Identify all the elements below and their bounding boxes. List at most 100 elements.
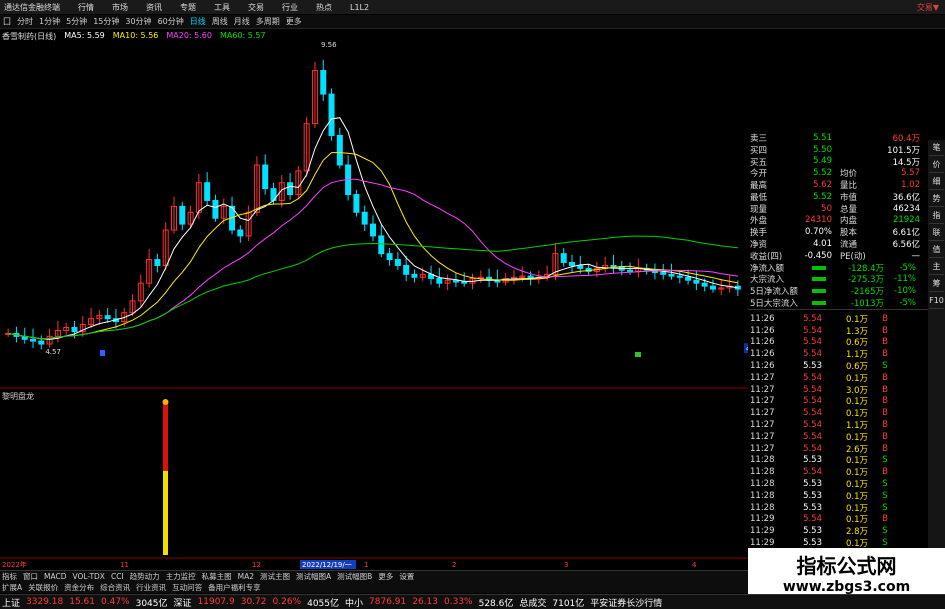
- side-tab[interactable]: 细: [929, 174, 944, 190]
- tick-time: 11:28: [750, 467, 775, 478]
- indicator-tab[interactable]: 更多: [378, 571, 393, 582]
- period-monthly[interactable]: 月线: [234, 16, 250, 27]
- indicator-tab[interactable]: 私募主图: [202, 571, 232, 582]
- tick-side: B: [882, 337, 888, 348]
- period-15min[interactable]: 15分钟: [93, 16, 119, 27]
- quote-row: 净资 4.01 流通 6.56亿: [748, 238, 928, 250]
- extension-tabs: 扩展A 关联报价 资金分布 综合资讯 行业资讯 互动问答 备用户福利专享: [0, 582, 748, 593]
- quote-label: 换手: [750, 228, 768, 239]
- tick-volume: 1.3万: [845, 326, 868, 337]
- xaxis-tick: 2: [452, 561, 456, 569]
- flow-label: 5日大宗流入: [750, 299, 798, 310]
- tick-time: 11:28: [750, 455, 775, 466]
- tick-time: 11:27: [750, 420, 775, 431]
- tick-time: 11:28: [750, 490, 775, 501]
- candle-body: [287, 182, 294, 196]
- extension-tab[interactable]: 综合资讯: [100, 582, 130, 593]
- index-zx-pct: 0.33%: [444, 597, 473, 607]
- period-60min[interactable]: 60分钟: [158, 16, 184, 27]
- menu-shichang[interactable]: 市场: [112, 2, 128, 13]
- indicator-tab[interactable]: CCI: [111, 572, 124, 581]
- indicator-tab[interactable]: 测试幅图B: [337, 571, 372, 582]
- index-zx-name[interactable]: 中小: [345, 596, 363, 609]
- period-1min[interactable]: 1分钟: [39, 16, 60, 27]
- indicator-tab[interactable]: 设置: [399, 571, 414, 582]
- tick-side: S: [882, 361, 888, 372]
- tick-price: 5.54: [803, 384, 822, 395]
- side-tab[interactable]: 筹: [929, 276, 944, 292]
- candle-body: [320, 69, 327, 95]
- period-fenshi[interactable]: 分时: [17, 16, 33, 27]
- extension-tab[interactable]: 互动问答: [172, 582, 202, 593]
- tick-time: 11:26: [750, 349, 775, 360]
- extension-tab[interactable]: 备用户福利专享: [208, 582, 261, 593]
- index-zx-chg: 26.13: [412, 597, 438, 607]
- tick-price: 5.53: [803, 490, 822, 501]
- quote-row: 买五 5.49 14.5万: [748, 156, 928, 167]
- side-tab[interactable]: 笔: [929, 140, 944, 156]
- tick-row: 11:27 5.54 0.1万 B: [748, 431, 928, 443]
- side-tab[interactable]: 势: [929, 191, 944, 207]
- index-sz-name[interactable]: 深证: [174, 596, 192, 609]
- index-sz-amt: 4055亿: [307, 598, 339, 609]
- menu-hangye[interactable]: 行业: [282, 2, 298, 13]
- indicator-tab[interactable]: 趋势动力: [130, 571, 160, 582]
- menu-jiaoyi[interactable]: 交易: [248, 2, 264, 13]
- index-sh-name[interactable]: 上证: [2, 596, 20, 609]
- indicator-tab[interactable]: 指标: [2, 571, 17, 582]
- extension-tab[interactable]: 扩展A: [2, 582, 22, 593]
- trade-button[interactable]: 交易▼: [917, 2, 939, 13]
- menu-l1l2[interactable]: L1L2: [350, 3, 369, 12]
- quote-label-2: 量比: [840, 181, 858, 192]
- menu-zixun[interactable]: 资讯: [146, 2, 162, 13]
- quote-label: 最低: [750, 192, 768, 203]
- menu-hangqing[interactable]: 行情: [78, 2, 94, 13]
- tick-volume: 0.1万: [845, 503, 868, 514]
- quote-row: 买四 5.50 101.5万: [748, 144, 928, 156]
- watermark-url: www.zbgs3.com: [782, 579, 911, 595]
- extension-tab[interactable]: 资金分布: [64, 582, 94, 593]
- indicator-tab[interactable]: MA2: [238, 572, 254, 581]
- app-title: 通达信金融终端: [4, 2, 60, 12]
- side-tab[interactable]: 主: [929, 259, 944, 275]
- tick-volume: 0.1万: [845, 515, 868, 526]
- quote-label: 卖三: [750, 133, 768, 144]
- quote-value-2: 101.5万: [887, 145, 920, 156]
- flow-pct: -5%: [899, 298, 916, 309]
- period-more[interactable]: 更多: [286, 16, 302, 27]
- side-tab[interactable]: 指: [929, 208, 944, 224]
- kline-chart[interactable]: 9.564.577.507.006.506.005.505.004.501.00…: [0, 30, 748, 570]
- tick-volume: 2.6万: [845, 444, 868, 455]
- period-30min[interactable]: 30分钟: [125, 16, 151, 27]
- period-weekly[interactable]: 周线: [212, 16, 228, 27]
- quote-value-2: 6.61亿: [892, 228, 920, 239]
- side-tab[interactable]: 联: [929, 225, 944, 241]
- side-tab[interactable]: F10: [929, 293, 944, 309]
- menu-zhuanti[interactable]: 专题: [180, 2, 196, 13]
- side-tab[interactable]: 价: [929, 157, 944, 173]
- menu-redian[interactable]: 热点: [316, 2, 332, 13]
- period-multi[interactable]: 多周期: [256, 16, 280, 27]
- menu-gongju[interactable]: 工具: [214, 2, 230, 13]
- indicator-tab[interactable]: 主力监控: [166, 571, 196, 582]
- flow-row: 净流入额 -128.4万 -5%: [748, 262, 928, 274]
- indicator-tab[interactable]: 测试幅图A: [296, 571, 331, 582]
- extension-tab[interactable]: 关联报价: [28, 582, 58, 593]
- tick-volume: 0.6万: [845, 362, 868, 373]
- period-daily[interactable]: 日线: [190, 16, 206, 27]
- layout-icon[interactable]: 囗: [3, 16, 11, 27]
- indicator-tab[interactable]: 测试主图: [260, 571, 290, 582]
- indicator-tab[interactable]: 窗口: [23, 571, 38, 582]
- period-5min[interactable]: 5分钟: [66, 16, 87, 27]
- tick-volume: 1.1万: [845, 421, 868, 432]
- tick-row: 11:29 5.54 0.1万 B: [748, 514, 928, 526]
- extension-tab[interactable]: 行业资讯: [136, 582, 166, 593]
- indicator-tab[interactable]: VOL-TDX: [72, 572, 104, 581]
- sub-bar-red: [163, 402, 168, 471]
- quote-label-2: 总量: [840, 204, 858, 215]
- indicator-tab[interactable]: MACD: [44, 572, 66, 581]
- candle-body: [38, 340, 45, 345]
- candle-body: [668, 273, 675, 277]
- tick-volume: 1.1万: [845, 350, 868, 361]
- side-tab[interactable]: 值: [929, 242, 944, 258]
